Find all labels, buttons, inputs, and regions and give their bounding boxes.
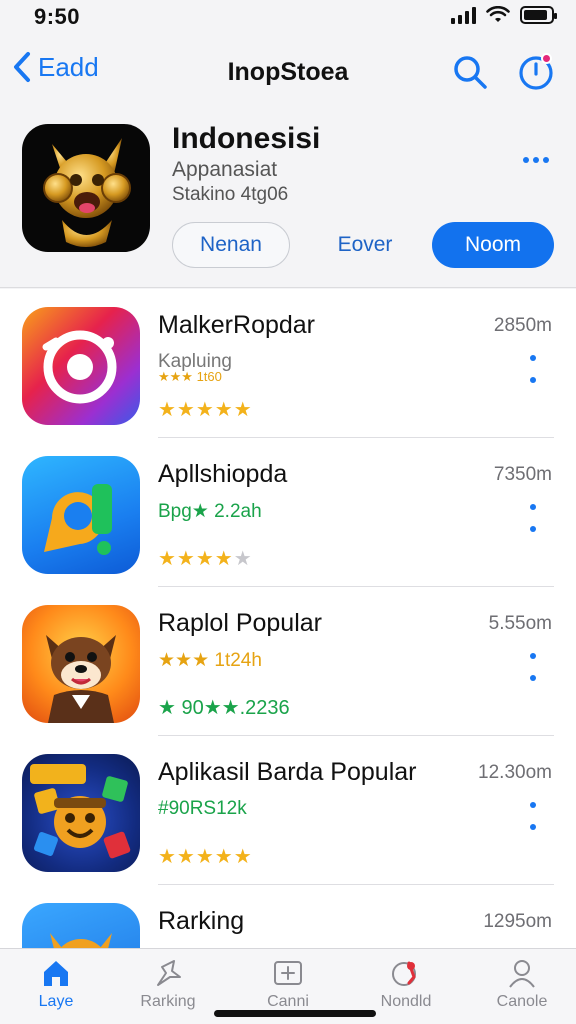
app-size: 5.55om — [488, 613, 552, 634]
search-button[interactable] — [450, 52, 490, 92]
app-category: Bpg★ 2.2ah — [158, 501, 262, 522]
app-name: Rarking — [158, 907, 245, 935]
chat-bubble-icon — [44, 484, 112, 555]
more-dot — [530, 526, 536, 532]
tab-add[interactable]: Canni — [240, 957, 336, 1011]
tab-label: Nondld — [380, 993, 432, 1010]
list-item[interactable]: MalkerRopdar 2850m Kapluing ★★★ 1t60 ★★★… — [0, 289, 576, 438]
profile-icon — [509, 960, 535, 988]
row-more-button[interactable] — [522, 355, 544, 383]
search-icon — [454, 56, 487, 89]
star-rating: ★★★★★ — [158, 546, 252, 571]
star-empty: ★ — [233, 548, 252, 570]
status-bar: 9:50 — [0, 0, 576, 36]
outline-button[interactable]: Nenan — [172, 222, 290, 268]
app-rating-text: ★ 90★★.2236 — [158, 697, 290, 719]
golden-mascot-icon — [50, 933, 112, 949]
battery-level — [524, 10, 548, 20]
status-icons — [451, 6, 557, 24]
app-name: Aplikasil Barda Popular — [158, 758, 417, 786]
featured-title: Indonesisi — [172, 122, 321, 155]
featured-app-icon[interactable] — [22, 124, 150, 252]
star-rating: ★★★★★ — [158, 397, 253, 422]
tab-label: Laye — [38, 993, 74, 1010]
tab-home[interactable]: Laye — [8, 957, 104, 1011]
fox-mascot-icon — [46, 635, 116, 723]
tab-label: Rarking — [140, 993, 196, 1010]
star-rating: ★★★★★ — [158, 844, 253, 869]
app-category: #90RS12k — [158, 798, 247, 819]
ranking-icon — [157, 960, 181, 986]
app-list: MalkerRopdar 2850m Kapluing ★★★ 1t60 ★★★… — [0, 289, 576, 949]
more-dot — [533, 157, 539, 163]
row-more-button[interactable] — [522, 653, 544, 681]
more-dot — [530, 824, 536, 830]
game-emoji-icon — [30, 764, 131, 859]
stars-filled: ★★★★ — [158, 548, 234, 570]
more-dot — [530, 675, 536, 681]
app-category: ★★★ 1t24h — [158, 650, 262, 671]
app-name: MalkerRopdar — [158, 311, 316, 339]
app-icon-camera[interactable] — [22, 307, 140, 425]
cellular-signal-icon — [451, 6, 476, 24]
featured-subtitle: Appanasiat — [172, 158, 278, 181]
featured-app: Indonesisi Appanasiat Stakino 4tg06 Nena… — [0, 110, 576, 288]
primary-button[interactable]: Noom — [432, 222, 554, 268]
download-icon — [392, 961, 416, 986]
more-dot — [543, 157, 549, 163]
featured-meta: Stakino 4tg06 — [172, 184, 289, 205]
app-name: Raplol Popular — [158, 609, 322, 637]
list-item[interactable]: Raplol Popular 5.55om ★★★ 1t24h ★ 90★★.2… — [0, 587, 576, 736]
tab-download[interactable]: Nondld — [358, 957, 454, 1011]
app-note: ★★★ 1t60 — [158, 369, 222, 384]
navigation-bar: Eadd InopStoea — [0, 44, 576, 100]
tab-label: Canole — [496, 993, 548, 1010]
app-icon-shopping[interactable] — [22, 456, 140, 574]
more-dot — [530, 504, 536, 510]
camera-lens-icon — [42, 330, 117, 404]
add-box-icon — [274, 961, 302, 985]
more-dot — [530, 355, 536, 361]
text-button[interactable]: Eover — [320, 222, 410, 268]
stars-filled: ★★★★★ — [158, 399, 253, 421]
app-icon-mascot[interactable] — [22, 605, 140, 723]
notification-badge — [541, 53, 552, 64]
app-size: 2850m — [493, 315, 552, 336]
stars-filled: ★★★★★ — [158, 846, 253, 868]
home-indicator — [214, 1010, 376, 1017]
golden-mascot-icon — [43, 138, 131, 247]
app-size: 12.30om — [478, 762, 552, 783]
battery-icon — [520, 6, 557, 24]
row-more-button[interactable] — [522, 504, 544, 532]
more-dot — [523, 157, 529, 163]
more-dot — [530, 377, 536, 383]
row-more-button[interactable] — [522, 802, 544, 830]
more-options-button[interactable] — [520, 148, 552, 172]
wifi-icon — [486, 6, 510, 22]
app-icon-game[interactable] — [22, 754, 140, 872]
app-size: 1295om — [483, 911, 552, 932]
app-icon-ranking[interactable] — [22, 903, 140, 949]
app-name: Apllshiopda — [158, 460, 288, 488]
list-item[interactable]: Apllshiopda 7350m Bpg★ 2.2ah ★★★★★ — [0, 438, 576, 587]
list-item[interactable]: Aplikasil Barda Popular 12.30om #90RS12k… — [0, 736, 576, 885]
tab-label: Canni — [267, 993, 309, 1010]
list-item[interactable]: Rarking 1295om — [0, 885, 576, 949]
more-dot — [530, 653, 536, 659]
tab-profile[interactable]: Canole — [474, 957, 570, 1011]
tab-ranking[interactable]: Rarking — [120, 957, 216, 1011]
status-time: 9:50 — [34, 4, 81, 29]
app-size: 7350m — [493, 464, 552, 485]
alert-button[interactable] — [516, 52, 556, 92]
more-dot — [530, 802, 536, 808]
home-icon — [44, 961, 68, 986]
